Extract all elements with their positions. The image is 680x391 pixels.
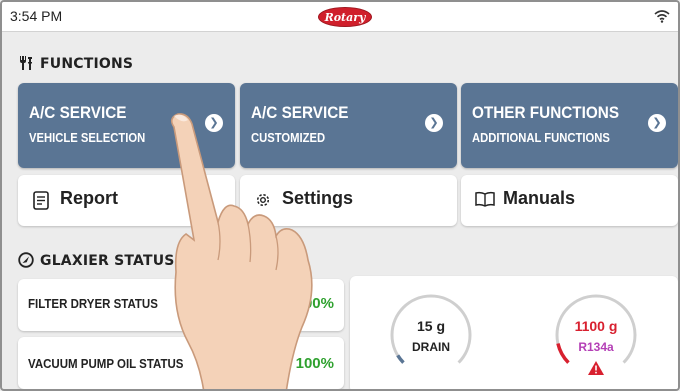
wifi-icon xyxy=(654,10,670,23)
vacuum-pump-oil-status-card: VACUUM PUMP OIL STATUS 100% xyxy=(18,337,344,389)
drain-gauge-label: DRAIN xyxy=(412,340,450,354)
manuals-button[interactable]: Manuals xyxy=(461,175,678,226)
chevron-right-icon: ❯ xyxy=(205,114,223,132)
rotary-logo: Rotary xyxy=(318,7,372,27)
button-subtitle: CUSTOMIZED xyxy=(251,131,326,145)
status-value: 100% xyxy=(295,355,334,372)
filter-dryer-status-card: FILTER DRYER STATUS 100% xyxy=(18,279,344,331)
ac-service-vehicle-selection-button[interactable]: A/C SERVICE VEHICLE SELECTION ❯ xyxy=(18,83,235,168)
report-icon xyxy=(33,191,49,210)
button-title: OTHER FUNCTIONS xyxy=(472,103,620,122)
tools-icon xyxy=(20,56,32,70)
status-time: 3:54 PM xyxy=(10,8,63,24)
gear-icon xyxy=(256,193,270,207)
status-label: FILTER DRYER STATUS xyxy=(28,297,158,311)
functions-section-title: FUNCTIONS xyxy=(18,55,133,72)
drain-gauge-value: 15 g xyxy=(416,318,445,334)
functions-title: FUNCTIONS xyxy=(40,56,134,72)
settings-label: Settings xyxy=(282,188,354,208)
ac-service-customized-button[interactable]: A/C SERVICE CUSTOMIZED ❯ xyxy=(240,83,457,168)
refrigerant-gauge-label: R134a xyxy=(578,340,614,354)
chevron-right-icon: ❯ xyxy=(425,114,443,132)
status-title: GLAXIER STATUS xyxy=(40,253,175,269)
button-subtitle: ADDITIONAL FUNCTIONS xyxy=(472,131,610,145)
report-button[interactable]: Report xyxy=(18,175,235,226)
warning-icon xyxy=(588,361,604,375)
status-bar: 3:54 PM Rotary xyxy=(2,2,678,32)
status-value: 100% xyxy=(295,295,334,312)
book-icon xyxy=(475,191,495,207)
gauge-icon xyxy=(18,252,34,268)
report-label: Report xyxy=(60,188,118,208)
button-title: A/C SERVICE xyxy=(251,103,349,122)
other-functions-button[interactable]: OTHER FUNCTIONS ADDITIONAL FUNCTIONS ❯ xyxy=(461,83,678,168)
status-label: VACUUM PUMP OIL STATUS xyxy=(28,357,184,371)
button-subtitle: VEHICLE SELECTION xyxy=(29,131,146,145)
refrigerant-gauge-value: 1100 g xyxy=(574,318,618,334)
gauge-card: 15 g DRAIN 1100 g R134a xyxy=(350,276,678,389)
status-section-title: GLAXIER STATUS xyxy=(18,252,175,269)
device-screen: 3:54 PM Rotary FUNCTIONS A/C SERVICE VEH… xyxy=(0,0,680,391)
refrigerant-gauge: 1100 g R134a xyxy=(551,290,641,380)
drain-gauge-arc xyxy=(390,294,472,364)
button-title: A/C SERVICE xyxy=(29,103,127,122)
chevron-right-icon: ❯ xyxy=(648,114,666,132)
drain-gauge: 15 g DRAIN xyxy=(386,290,476,380)
manuals-label: Manuals xyxy=(503,188,576,208)
settings-button[interactable]: Settings xyxy=(240,175,457,226)
